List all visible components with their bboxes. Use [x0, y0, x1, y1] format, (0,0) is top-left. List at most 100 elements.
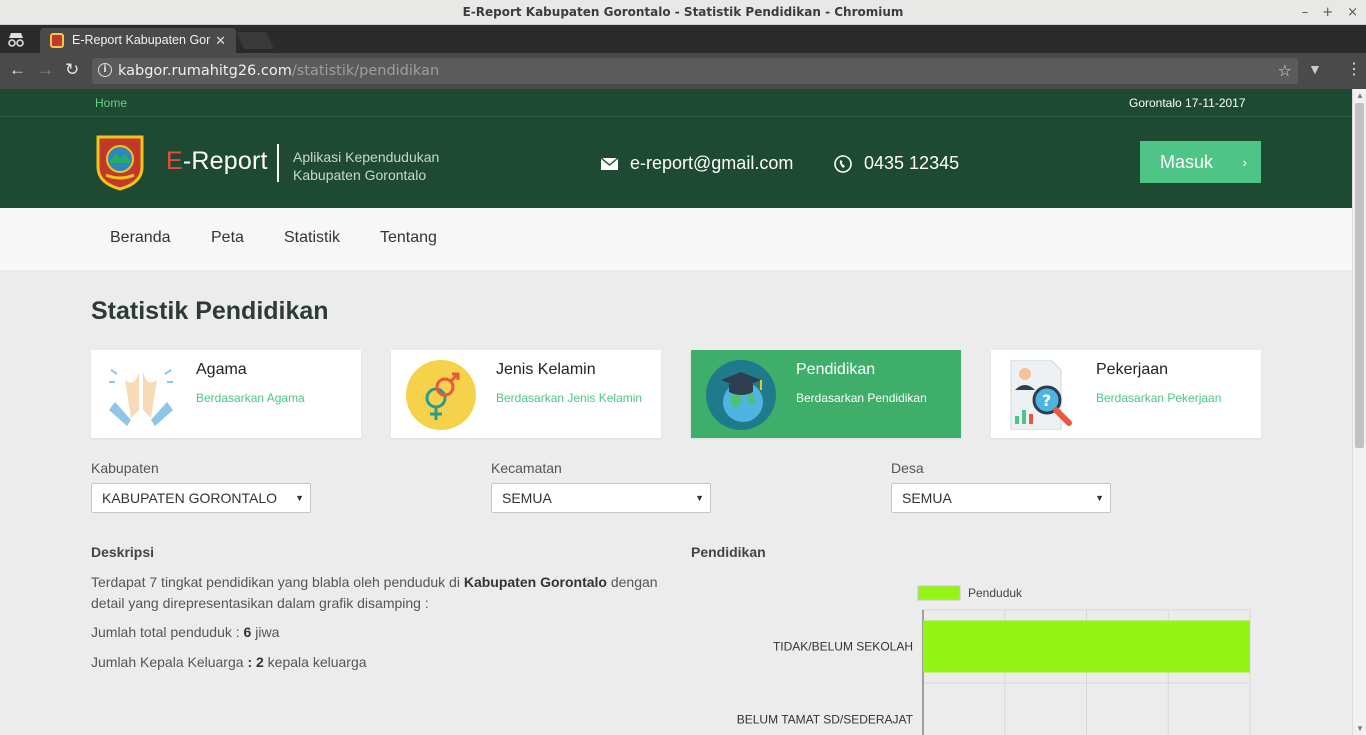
kabupaten-label: Kabupaten: [91, 460, 159, 476]
nav-item-statistik[interactable]: Statistik: [284, 229, 340, 247]
desa-value: SEMUA: [902, 490, 952, 506]
brand-e: E: [166, 147, 183, 175]
nav-item-peta[interactable]: Peta: [211, 229, 244, 247]
window-controls: – + ×: [1302, 0, 1358, 25]
deskripsi-heading: Deskripsi: [91, 544, 155, 560]
minimize-button[interactable]: –: [1302, 0, 1309, 25]
total-label: Jumlah total penduduk :: [91, 624, 244, 640]
bookmark-star-icon[interactable]: ☆: [1278, 58, 1292, 84]
card-pekerjaan-subtitle: Berdasarkan Pekerjaan: [1096, 391, 1222, 405]
card-agama[interactable]: Agama Berdasarkan Agama: [91, 350, 361, 438]
card-pekerjaan-title: Pekerjaan: [1096, 361, 1169, 378]
kk-label: Jumlah Kepala Keluarga: [91, 654, 248, 670]
card-agama-title: Agama: [196, 361, 247, 378]
kepala-keluarga-line: Jumlah Kepala Keluarga : 2 kepala keluar…: [91, 652, 671, 673]
card-jenis-kelamin[interactable]: Jenis Kelamin Berdasarkan Jenis Kelamin: [391, 350, 661, 438]
kecamatan-value: SEMUA: [502, 490, 552, 506]
contact-email: e-report@gmail.com: [601, 153, 793, 174]
card-agama-subtitle: Berdasarkan Agama: [196, 391, 305, 405]
kabupaten-select[interactable]: KABUPATEN GORONTALO ▼: [91, 483, 311, 513]
page-scrollbar[interactable]: ▲ ▼: [1352, 89, 1366, 735]
category-label: BELUM TAMAT SD/SEDERAJAT: [737, 713, 914, 727]
email-text: e-report@gmail.com: [630, 153, 794, 173]
back-arrow-icon[interactable]: ←: [9, 60, 26, 80]
total-unit: jiwa: [251, 624, 280, 640]
location-date: Gorontalo 17-11-2017: [1129, 96, 1246, 110]
deskripsi-text-pre: Terdapat 7 tingkat pendidikan yang blabl…: [91, 574, 464, 590]
chevron-right-icon: ›: [1242, 154, 1247, 170]
close-window-button[interactable]: ×: [1347, 0, 1358, 25]
kabupaten-value: KABUPATEN GORONTALO: [102, 490, 278, 506]
kabupaten-crest-logo: [96, 135, 144, 191]
site-info-icon[interactable]: i: [98, 63, 112, 77]
deskripsi-kabupaten: Kabupaten Gorontalo: [463, 574, 607, 590]
browser-tab-active[interactable]: E-Report Kabupaten Gor ✕: [40, 28, 236, 53]
login-button[interactable]: Masuk ›: [1140, 141, 1261, 183]
reload-icon[interactable]: ↻: [65, 60, 79, 80]
url-host: kabgor.rumahitg26.com: [118, 63, 292, 79]
chart-heading: Pendidikan: [691, 544, 766, 560]
scrollbar-thumb[interactable]: [1355, 103, 1364, 448]
window-titlebar: E-Report Kabupaten Gorontalo - Statistik…: [0, 0, 1366, 25]
bar-0: [923, 620, 1250, 673]
card-pendidikan[interactable]: Pendidikan Berdasarkan Pendidikan: [691, 350, 961, 438]
home-link[interactable]: Home: [95, 96, 127, 110]
legend-swatch: [917, 585, 961, 601]
desa-label: Desa: [891, 460, 924, 476]
card-pendidikan-subtitle: Berdasarkan Pendidikan: [796, 391, 927, 405]
scroll-down-arrow-icon[interactable]: ▼: [1356, 724, 1364, 733]
legend-label: Penduduk: [968, 586, 1023, 600]
maximize-button[interactable]: +: [1322, 0, 1333, 25]
card-jenis-kelamin-subtitle: Berdasarkan Jenis Kelamin: [496, 391, 643, 405]
incognito-icon: [8, 33, 24, 47]
pendidikan-bar-chart: Penduduk TIDAK/BELUM SEKOLAH BELUM TAMAT S…: [737, 585, 1251, 735]
scroll-up-arrow-icon[interactable]: ▲: [1356, 91, 1364, 100]
tagline-line2: Kabupaten Gorontalo: [293, 167, 427, 183]
dropdown-caret-icon: ▼: [295, 493, 304, 503]
brand-divider: [277, 144, 279, 182]
site-header: E-Report Aplikasi Kependudukan Kabupaten…: [0, 117, 1352, 208]
browser-toolbar: ← → ↻ i kabgor.rumahitg26.com/statistik/…: [0, 53, 1366, 89]
nav-item-tentang[interactable]: Tentang: [380, 229, 437, 247]
site-topbar: Home Gorontalo 17-11-2017: [0, 89, 1352, 117]
kk-unit: kepala keluarga: [263, 654, 367, 670]
dropdown-caret-icon: ▼: [1095, 493, 1104, 503]
dropdown-caret-icon: ▼: [695, 493, 704, 503]
phone-text: 0435 12345: [864, 153, 960, 173]
envelope-icon: [601, 157, 618, 170]
desa-select[interactable]: SEMUA ▼: [891, 483, 1111, 513]
brand-tagline: Aplikasi Kependudukan Kabupaten Gorontal…: [293, 148, 439, 184]
card-pendidikan-title: Pendidikan: [796, 361, 876, 378]
tab-strip: E-Report Kabupaten Gor ✕: [0, 25, 1366, 53]
card-pekerjaan[interactable]: ? Pekerjaan Berdasarkan Pekerjaan: [991, 350, 1261, 438]
extension-icon[interactable]: ▼: [1308, 61, 1322, 77]
tagline-line1: Aplikasi Kependudukan: [293, 149, 440, 165]
window-title: E-Report Kabupaten Gorontalo - Statistik…: [462, 5, 904, 19]
category-label: TIDAK/BELUM SEKOLAH: [773, 640, 913, 654]
url-path: /statistik/pendidikan: [291, 63, 440, 79]
graduation-globe-icon: [706, 360, 776, 430]
deskripsi-paragraph: Terdapat 7 tingkat pendidikan yang blabl…: [91, 572, 671, 614]
nav-item-beranda[interactable]: Beranda: [110, 229, 171, 247]
job-search-icon: ?: [1010, 360, 1072, 430]
new-tab-button[interactable]: [236, 32, 274, 49]
kecamatan-label: Kecamatan: [491, 460, 562, 476]
kecamatan-select[interactable]: SEMUA ▼: [491, 483, 711, 513]
kk-value: : 2: [247, 654, 264, 670]
page-viewport: Home Gorontalo 17-11-2017 E-Report Aplik…: [0, 89, 1352, 735]
praying-hands-icon: [109, 369, 173, 426]
total-penduduk-line: Jumlah total penduduk : 6 jiwa: [91, 622, 671, 643]
svg-text:?: ?: [1042, 391, 1051, 410]
login-label: Masuk: [1160, 152, 1214, 172]
page-title: Statistik Pendidikan: [91, 297, 329, 325]
card-jenis-kelamin-title: Jenis Kelamin: [496, 361, 596, 378]
brand-name[interactable]: E-Report: [166, 147, 268, 176]
brand-rest: -Report: [182, 147, 268, 175]
favicon-icon: [50, 33, 64, 48]
browser-menu-icon[interactable]: ⋮: [1346, 59, 1362, 79]
contact-phone: 0435 12345: [834, 153, 959, 174]
tab-close-icon[interactable]: ✕: [215, 28, 226, 53]
address-bar[interactable]: i kabgor.rumahitg26.com/statistik/pendid…: [92, 58, 1298, 84]
forward-arrow-icon[interactable]: →: [37, 60, 54, 80]
main-navbar: Beranda Peta Statistik Tentang: [0, 208, 1352, 270]
